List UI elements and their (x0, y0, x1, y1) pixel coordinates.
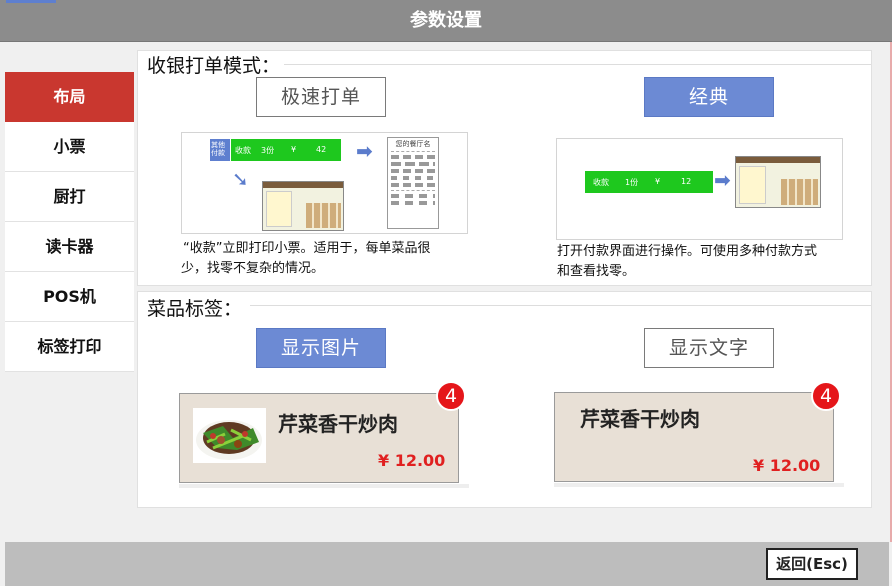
classic-pay-amount: 12 (681, 177, 692, 186)
section-divider (278, 64, 871, 65)
sidebar-item-kitchen-print[interactable]: 厨打 (5, 172, 134, 222)
preview-pay-amount: 42 (316, 145, 327, 154)
dish-label-section: 菜品标签： 显示图片 显示文字 芹菜香干炒肉 ¥ 12.00 4 芹菜香干炒肉 … (137, 291, 872, 508)
classic-pay-count: 1份 (625, 178, 639, 187)
sidebar-item-layout[interactable]: 布局 (5, 72, 134, 122)
window-title: 参数设置 (410, 10, 482, 31)
fast-print-preview: 其他 付款 收款 3份 ¥ 42 ➡ ➘ 您的餐厅名 (181, 132, 468, 234)
receipt-title: 您的餐厅名 (395, 140, 431, 148)
back-button[interactable]: 返回(Esc) (766, 548, 858, 580)
classic-desc-line-1: 打开付款界面进行操作。可使用多种付款方式 (557, 244, 818, 259)
card-shadow (554, 483, 844, 487)
section-divider (250, 305, 871, 306)
classic-pay-bar: 收款 1份 ¥ 12 (585, 171, 713, 193)
dish-label-title: 菜品标签： (147, 294, 247, 321)
show-image-button[interactable]: 显示图片 (256, 328, 386, 368)
sidebar-item-card-reader[interactable]: 读卡器 (5, 222, 134, 272)
fast-print-description: “收款”立即打印小票。适用于，每单菜品很 少，找零不复杂的情况。 (181, 239, 481, 279)
classic-desc-line-2: 和查看找零。 (557, 264, 636, 279)
fast-print-button[interactable]: 极速打单 (256, 77, 386, 117)
preview-pay-count: 3份 (261, 146, 275, 155)
classic-mode-preview: 收款 1份 ¥ 12 ➡ (556, 138, 843, 240)
footer-bar: 返回(Esc) (5, 542, 889, 586)
dish-price: ¥ 12.00 (753, 456, 821, 475)
dish-name: 芹菜香干炒肉 (580, 407, 700, 431)
show-text-button[interactable]: 显示文字 (644, 328, 774, 368)
classic-mode-description: 打开付款界面进行操作。可使用多种付款方式 和查看找零。 (557, 242, 857, 282)
dish-price: ¥ 12.00 (378, 451, 446, 470)
card-shadow (179, 484, 469, 488)
preview-pay-bar: 收款 3份 ¥ 42 (231, 139, 341, 161)
arrow-right-icon: ➡ (356, 139, 373, 163)
dish-card-with-image: 芹菜香干炒肉 ¥ 12.00 (179, 393, 459, 483)
dish-card-text-only: 芹菜香干炒肉 ¥ 12.00 (554, 392, 834, 482)
dish-count-badge: 4 (811, 381, 841, 411)
sidebar-item-pos[interactable]: POS机 (5, 272, 134, 322)
checkout-mode-section: 收银打单模式： 极速打单 经典 其他 付款 收款 3份 ¥ 42 ➡ ➘ 您的餐… (137, 50, 872, 286)
dish-photo (193, 408, 266, 463)
fast-desc-line-2: 少，找零不复杂的情况。 (181, 261, 325, 276)
classic-pay-text: 收款 (593, 178, 609, 187)
preview-pay-text: 收款 (235, 146, 251, 155)
checkout-mode-title: 收银打单模式： (147, 51, 285, 78)
sidebar-item-receipt[interactable]: 小票 (5, 122, 134, 172)
title-bar: 参数设置 (0, 0, 892, 42)
preview-pay-currency: ¥ (291, 145, 297, 154)
preview-receipt: 您的餐厅名 (387, 137, 439, 229)
arrow-down-right-icon: ➘ (232, 167, 249, 191)
fast-desc-line-1: “收款”立即打印小票。适用于，每单菜品很 (183, 241, 431, 256)
preview-other-pay: 其他 付款 (210, 139, 230, 161)
dish-name: 芹菜香干炒肉 (278, 412, 398, 436)
classic-mode-button[interactable]: 经典 (644, 77, 774, 117)
preview-pos-screen (262, 181, 344, 231)
settings-sidebar: 布局 小票 厨打 读卡器 POS机 标签打印 (5, 72, 134, 372)
dish-count-badge: 4 (436, 381, 466, 411)
sidebar-item-label-print[interactable]: 标签打印 (5, 322, 134, 372)
dish-photo-image (196, 420, 262, 460)
arrow-right-icon: ➡ (714, 168, 731, 192)
classic-pay-currency: ¥ (655, 177, 661, 186)
classic-pos-screen (735, 156, 821, 208)
